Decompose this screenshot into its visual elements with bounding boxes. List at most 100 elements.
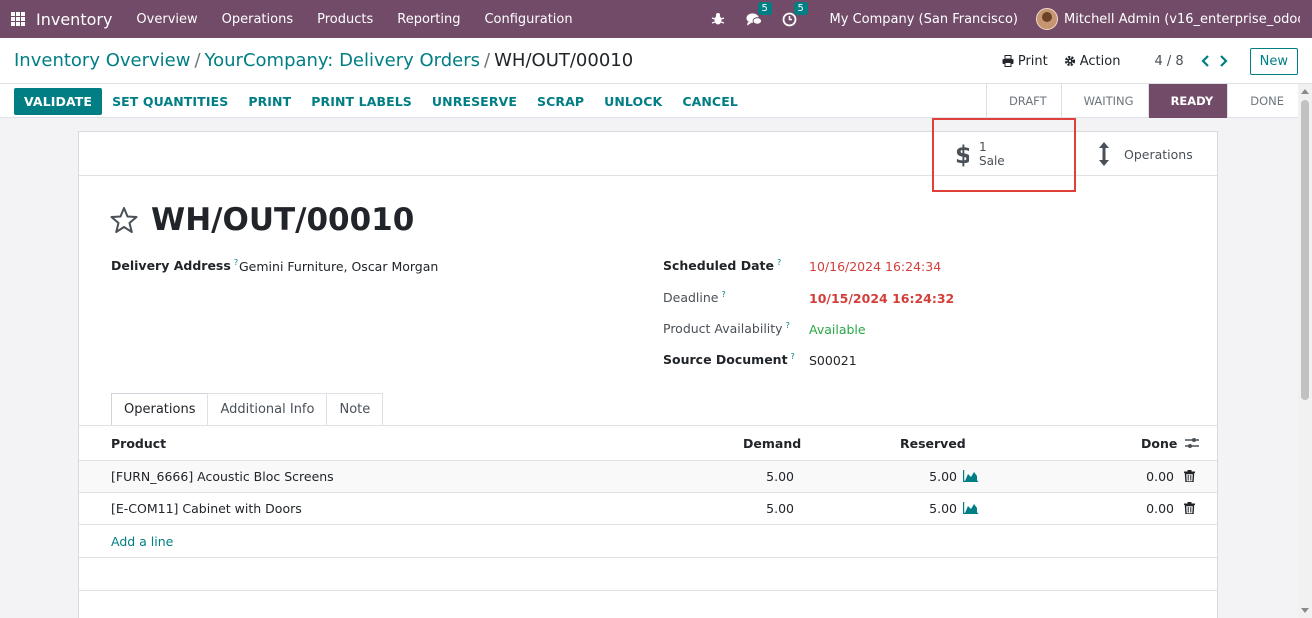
form-content: $ 1 Sale Operations WH/OUT/00010 Deliver… — [0, 118, 1298, 618]
menu-operations[interactable]: Operations — [222, 12, 293, 27]
table-row[interactable]: [FURN_6666] Acoustic Bloc Screens 5.00 5… — [79, 461, 1217, 493]
pager-next-icon[interactable] — [1219, 55, 1228, 67]
breadcrumb-separator: / — [484, 50, 491, 71]
stage-draft[interactable]: DRAFT — [985, 84, 1061, 118]
scroll-down-arrow-icon[interactable] — [1301, 608, 1309, 613]
stage-ready[interactable]: READY — [1147, 84, 1228, 118]
product-availability-label: Product Availability? — [663, 321, 790, 336]
apps-menu-icon[interactable] — [11, 12, 25, 26]
column-done[interactable]: Done — [1141, 436, 1177, 451]
delivery-address-label-text: Delivery Address — [111, 258, 231, 274]
column-product[interactable]: Product — [111, 436, 166, 451]
source-document-label-text: Source Document — [663, 352, 788, 368]
table-row[interactable]: [E-COM11] Cabinet with Doors 5.00 5.00 0… — [79, 493, 1217, 525]
print-labels-button[interactable]: PRINT LABELS — [301, 88, 422, 115]
scheduled-date-label: Scheduled Date? — [663, 258, 781, 273]
form-sheet: $ 1 Sale Operations WH/OUT/00010 Deliver… — [78, 131, 1218, 618]
deadline-label: Deadline? — [663, 290, 726, 305]
operations-smart-button[interactable]: Operations — [1084, 132, 1217, 176]
app-name[interactable]: Inventory — [36, 10, 112, 29]
add-a-line-link[interactable]: Add a line — [111, 534, 173, 549]
bug-icon[interactable] — [710, 11, 726, 27]
help-tooltip[interactable]: ? — [786, 321, 790, 330]
record-title: WH/OUT/00010 — [151, 202, 415, 238]
messages-badge: 5 — [757, 2, 772, 15]
breadcrumb-current: WH/OUT/00010 — [494, 50, 634, 71]
optional-columns-icon[interactable] — [1185, 437, 1199, 449]
company-switcher[interactable]: My Company (San Francisco) — [830, 12, 1018, 27]
menu-reporting[interactable]: Reporting — [397, 12, 460, 27]
vertical-scrollbar[interactable] — [1298, 84, 1312, 618]
messages-icon[interactable]: 5 — [746, 2, 772, 27]
section-divider — [79, 590, 1217, 591]
scroll-thumb[interactable] — [1301, 100, 1309, 400]
breadcrumb-inventory-overview[interactable]: Inventory Overview — [14, 50, 190, 71]
row-done[interactable]: 0.00 — [1125, 501, 1174, 516]
row-product[interactable]: [FURN_6666] Acoustic Bloc Screens — [111, 469, 334, 484]
row-done[interactable]: 0.00 — [1125, 469, 1174, 484]
scroll-up-arrow-icon[interactable] — [1301, 89, 1309, 94]
operations-table-header: Product Demand Reserved Done — [79, 426, 1217, 461]
forecast-chart-icon[interactable] — [963, 502, 978, 514]
breadcrumb-delivery-orders[interactable]: YourCompany: Delivery Orders — [205, 50, 481, 71]
printer-icon — [1002, 55, 1014, 67]
cancel-button[interactable]: CANCEL — [672, 88, 748, 115]
gear-icon — [1064, 55, 1075, 67]
scrap-button[interactable]: SCRAP — [527, 88, 594, 115]
column-demand[interactable]: Demand — [743, 436, 801, 451]
product-availability-label-text: Product Availability — [663, 321, 783, 337]
title-row: WH/OUT/00010 — [109, 202, 414, 238]
activities-clock-icon[interactable]: 5 — [782, 2, 808, 27]
scheduled-date-value[interactable]: 10/16/2024 16:24:34 — [809, 259, 941, 274]
forecast-chart-icon[interactable] — [963, 470, 978, 482]
validate-button[interactable]: VALIDATE — [14, 88, 103, 115]
action-buttons: VALIDATE SET QUANTITIES PRINT PRINT LABE… — [14, 88, 748, 115]
delivery-address-value[interactable]: Gemini Furniture, Oscar Morgan — [239, 259, 438, 274]
user-avatar[interactable] — [1036, 8, 1058, 30]
menu-products[interactable]: Products — [317, 12, 373, 27]
user-menu[interactable]: Mitchell Admin (v16_enterprise_odoo... — [1064, 12, 1300, 27]
pager-value[interactable]: 4 / 8 — [1154, 54, 1183, 69]
product-availability-value: Available — [809, 322, 866, 337]
unlock-button[interactable]: UNLOCK — [594, 88, 672, 115]
row-reserved: 5.00 — [929, 501, 957, 516]
new-button[interactable]: New — [1249, 47, 1298, 75]
tab-additional-info[interactable]: Additional Info — [207, 393, 328, 425]
set-quantities-button[interactable]: SET QUANTITIES — [102, 88, 238, 115]
star-icon[interactable] — [109, 206, 139, 234]
deadline-label-text: Deadline — [663, 290, 719, 306]
highlight-box — [932, 118, 1076, 192]
row-reserved: 5.00 — [929, 469, 957, 484]
menu-overview[interactable]: Overview — [136, 12, 197, 27]
trash-icon[interactable] — [1184, 470, 1195, 482]
tab-note[interactable]: Note — [326, 393, 384, 425]
tab-operations[interactable]: Operations — [111, 393, 209, 425]
print-button[interactable]: Print — [1002, 54, 1048, 69]
notebook-tabs: Operations Additional Info Note — [111, 393, 384, 425]
deadline-value: 10/15/2024 16:24:32 — [809, 291, 955, 306]
unreserve-button[interactable]: UNRESERVE — [422, 88, 527, 115]
help-tooltip[interactable]: ? — [777, 258, 781, 267]
trash-icon[interactable] — [1184, 502, 1195, 514]
row-demand[interactable]: 5.00 — [743, 501, 794, 516]
stage-waiting[interactable]: WAITING — [1060, 84, 1148, 118]
breadcrumb-separator: / — [194, 50, 201, 71]
vertical-arrows-icon — [1099, 142, 1109, 166]
help-tooltip[interactable]: ? — [721, 290, 725, 299]
status-bar: VALIDATE SET QUANTITIES PRINT PRINT LABE… — [0, 84, 1312, 118]
pager-previous-icon[interactable] — [1201, 55, 1210, 67]
stage-done[interactable]: DONE — [1227, 84, 1298, 118]
row-demand[interactable]: 5.00 — [743, 469, 794, 484]
help-tooltip[interactable]: ? — [234, 258, 238, 267]
menu-configuration[interactable]: Configuration — [484, 12, 572, 27]
operations-smart-label: Operations — [1124, 146, 1193, 162]
action-button[interactable]: Action — [1064, 54, 1120, 69]
stage-pipeline: DRAFT WAITING READY DONE — [985, 84, 1298, 118]
print-action-button[interactable]: PRINT — [238, 88, 301, 115]
delivery-address-label: Delivery Address? — [111, 258, 238, 273]
help-tooltip[interactable]: ? — [791, 352, 795, 361]
activities-badge: 5 — [793, 2, 808, 15]
source-document-value[interactable]: S00021 — [809, 353, 857, 368]
row-product[interactable]: [E-COM11] Cabinet with Doors — [111, 501, 302, 516]
column-reserved[interactable]: Reserved — [900, 436, 966, 451]
